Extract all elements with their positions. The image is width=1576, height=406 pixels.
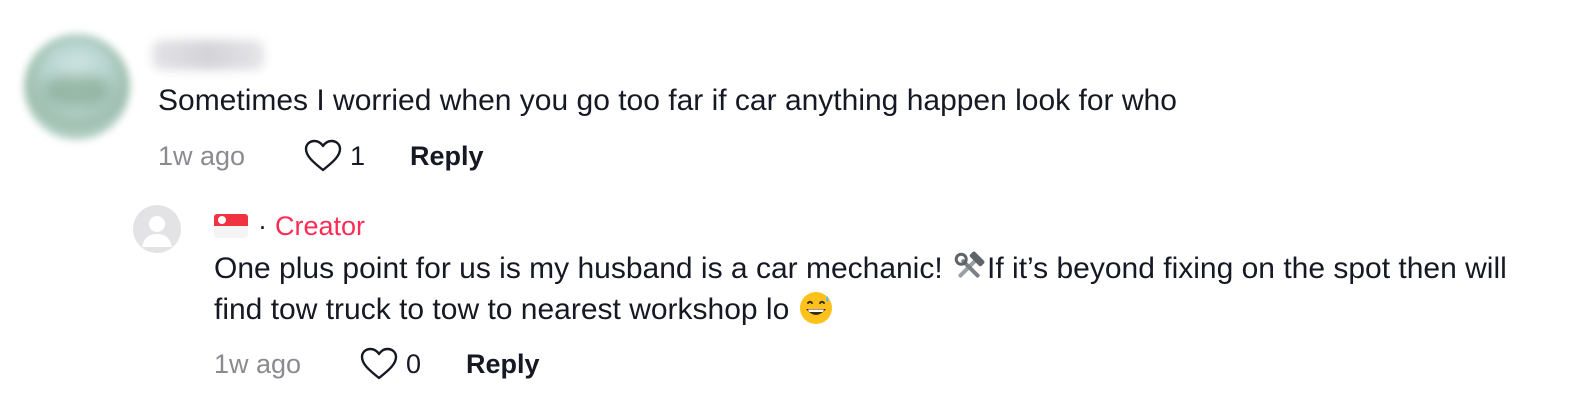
reply-button[interactable]: Reply xyxy=(410,141,484,172)
singapore-flag-icon xyxy=(214,214,248,238)
avatar[interactable] xyxy=(24,34,130,140)
creator-badge: Creator xyxy=(275,210,366,241)
comment-timestamp: 1w ago xyxy=(158,140,246,171)
reply-timestamp: 1w ago xyxy=(214,348,302,379)
default-avatar-icon xyxy=(142,216,172,247)
separator-dot: · xyxy=(258,210,267,241)
comment-text: Sometimes I worried when you go too far … xyxy=(158,84,1177,117)
username-redacted[interactable] xyxy=(152,40,264,70)
like-count: 0 xyxy=(406,348,422,379)
reply-button[interactable]: Reply xyxy=(466,349,540,380)
like-count: 1 xyxy=(350,140,366,171)
like-button[interactable]: 0 xyxy=(360,347,466,381)
reply-text-part1: One plus point for us is my husband is a… xyxy=(214,252,952,285)
grinning-face-with-sweat-icon xyxy=(799,292,832,325)
hammer-and-wrench-icon xyxy=(954,251,985,278)
reply-text: One plus point for us is my husband is a… xyxy=(214,248,1544,330)
comment-meta: 1w ago 1 Reply xyxy=(158,138,484,174)
like-button[interactable]: 1 xyxy=(304,139,410,173)
heart-outline-icon[interactable] xyxy=(304,139,342,173)
reply-meta: 1w ago 0 Reply xyxy=(214,346,540,382)
reply-author-line: · Creator xyxy=(214,208,365,244)
heart-outline-icon[interactable] xyxy=(360,347,398,381)
avatar[interactable] xyxy=(133,205,181,253)
